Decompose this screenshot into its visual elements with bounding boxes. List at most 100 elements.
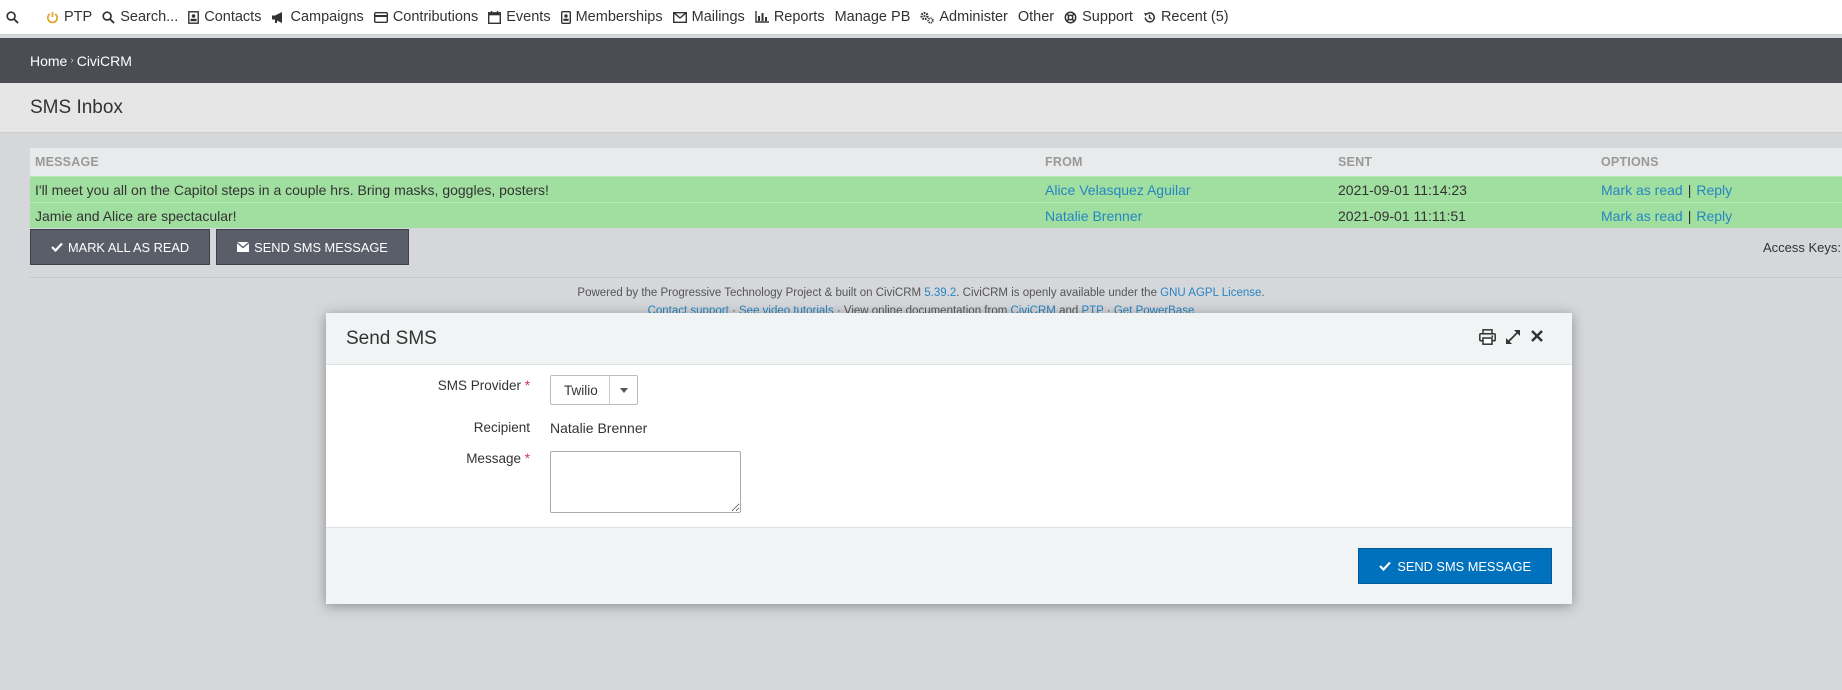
message-label: Message * [326, 451, 550, 513]
reply-link[interactable]: Reply [1696, 208, 1732, 224]
check-icon [1379, 561, 1392, 571]
sms-inbox-table: MESSAGE FROM SENT OPTIONS I'll meet you … [30, 148, 1842, 228]
message-textarea[interactable] [550, 451, 741, 513]
menu-item-label: Support [1082, 9, 1133, 25]
reply-link[interactable]: Reply [1696, 182, 1732, 198]
table-header: MESSAGE FROM SENT OPTIONS [30, 148, 1842, 176]
menu-item-search[interactable]: Search... [102, 9, 178, 25]
menu-item-contributions[interactable]: Contributions [373, 9, 479, 25]
menu-item-support[interactable]: Support [1064, 9, 1133, 25]
footer-text: View online documentation from [843, 305, 1008, 313]
dialog-header: Send SMS [326, 313, 1572, 365]
sent-cell: 2021-09-01 11:11:51 [1338, 207, 1466, 224]
sms-provider-row: SMS Provider * Twilio [326, 375, 638, 405]
license-link[interactable]: GNU AGPL License [1160, 287, 1261, 299]
civicrm-version-link[interactable]: 5.39.2 [924, 287, 956, 299]
envelope-icon [237, 242, 250, 252]
print-icon[interactable] [1479, 329, 1496, 345]
breadcrumb-current[interactable]: CiviCRM [77, 53, 132, 69]
table-row: Jamie and Alice are spectacular! Natalie… [30, 202, 1842, 228]
column-header-from[interactable]: FROM [1040, 155, 1333, 169]
menu-item-label: Manage PB [834, 9, 911, 25]
button-label: SEND SMS MESSAGE [1397, 558, 1531, 574]
credit-card-icon [373, 11, 388, 23]
dialog-controls [1479, 329, 1544, 345]
menu-item-label: Recent (5) [1160, 9, 1229, 25]
sms-provider-label: SMS Provider * [326, 375, 550, 405]
menu-item-label: Reports [773, 9, 825, 25]
table-row: I'll meet you all on the Capitol steps i… [30, 176, 1842, 202]
options-cell: Mark as read | Reply [1596, 208, 1842, 224]
menu-item-label: Events [506, 9, 551, 25]
breadcrumb-home[interactable]: Home [30, 53, 67, 69]
column-header-message[interactable]: MESSAGE [30, 155, 1040, 169]
mark-all-as-read-button[interactable]: MARK ALL AS READ [30, 229, 211, 265]
menu-item-administer[interactable]: Administer [920, 9, 1008, 25]
footer-credits: Powered by the Progressive Technology Pr… [0, 287, 1842, 299]
menu-item-mailings[interactable]: Mailings [672, 9, 745, 25]
menu-item-other[interactable]: Other [1018, 9, 1054, 25]
chevron-down-icon [609, 376, 637, 404]
envelope-icon [672, 11, 687, 23]
menu-item-campaigns[interactable]: Campaigns [271, 9, 364, 25]
contact-card-icon [188, 10, 200, 24]
mark-as-read-link[interactable]: Mark as read [1601, 208, 1683, 224]
menu-item-label: Other [1017, 9, 1055, 25]
menu-item-label: Mailings [691, 9, 745, 25]
menu-item-label: Campaigns [290, 9, 364, 25]
quicksearch-icon[interactable] [6, 10, 36, 24]
ptp-docs-link[interactable]: PTP [1081, 305, 1103, 313]
options-separator: | [1687, 207, 1692, 224]
breadcrumb: Home › CiviCRM [0, 38, 1842, 83]
page-title: SMS Inbox [30, 96, 123, 118]
send-sms-message-button[interactable]: SEND SMS MESSAGE [216, 229, 409, 265]
contact-support-link[interactable]: Contact support [648, 305, 729, 313]
column-header-sent[interactable]: SENT [1333, 155, 1596, 169]
footer-links: Contact support · See video tutorials · … [0, 305, 1842, 313]
send-sms-submit-button[interactable]: SEND SMS MESSAGE [1358, 548, 1552, 584]
footer-text: Powered by the Progressive Technology Pr… [577, 287, 925, 299]
from-link[interactable]: Alice Velasquez Aguilar [1040, 182, 1333, 198]
expand-icon[interactable] [1505, 329, 1521, 345]
menu-item-label: Administer [939, 9, 1008, 25]
dialog-title: Send SMS [346, 327, 437, 349]
close-icon[interactable] [1530, 329, 1544, 343]
sent-cell: 2021-09-01 11:14:23 [1338, 181, 1467, 198]
menu-item-manage-pb[interactable]: Manage PB [835, 9, 911, 25]
options-cell: Mark as read | Reply [1596, 182, 1842, 198]
menu-item-memberships[interactable]: Memberships [560, 9, 663, 25]
menu-item-label: PTP [64, 9, 93, 25]
message-cell: Jamie and Alice are spectacular! [35, 207, 237, 224]
video-tutorials-link[interactable]: See video tutorials [739, 305, 834, 313]
label-text: SMS Provider [437, 378, 521, 393]
required-marker: * [524, 451, 530, 466]
message-row: Message * [326, 451, 741, 513]
history-icon [1144, 11, 1155, 23]
bar-chart-icon [755, 11, 769, 23]
footer-divider [30, 277, 1842, 278]
civicrm-docs-link[interactable]: CiviCRM [1011, 305, 1056, 313]
get-powerbase-link[interactable]: Get PowerBase [1114, 305, 1195, 313]
menu-item-ptp[interactable]: PTP [46, 9, 92, 25]
access-keys-label[interactable]: Access Keys: [1763, 240, 1841, 255]
menu-item-label: Contributions [392, 9, 479, 25]
menu-item-reports[interactable]: Reports [755, 9, 825, 25]
check-icon [51, 242, 63, 252]
dialog-footer: SEND SMS MESSAGE [326, 527, 1572, 604]
page-title-bar: SMS Inbox [0, 83, 1842, 133]
sms-provider-value: Twilio [564, 382, 598, 398]
menu-item-contacts[interactable]: Contacts [188, 9, 261, 25]
footer-text: . CiviCRM is openly available under the [956, 287, 1161, 299]
footer-text: . [1261, 287, 1265, 299]
mark-as-read-link[interactable]: Mark as read [1601, 182, 1683, 198]
recipient-row: Recipient Natalie Brenner [326, 420, 648, 436]
menu-item-recent[interactable]: Recent (5) [1143, 9, 1229, 25]
calendar-icon [488, 10, 502, 24]
send-sms-dialog: Send SMS SMS Provider * Twilio Recipient… [326, 313, 1572, 604]
from-link[interactable]: Natalie Brenner [1040, 208, 1333, 224]
sms-provider-select[interactable]: Twilio [550, 375, 638, 405]
required-marker: * [524, 378, 530, 393]
button-label: MARK ALL AS READ [68, 239, 190, 255]
options-separator: | [1687, 181, 1692, 198]
menu-item-events[interactable]: Events [488, 9, 551, 25]
